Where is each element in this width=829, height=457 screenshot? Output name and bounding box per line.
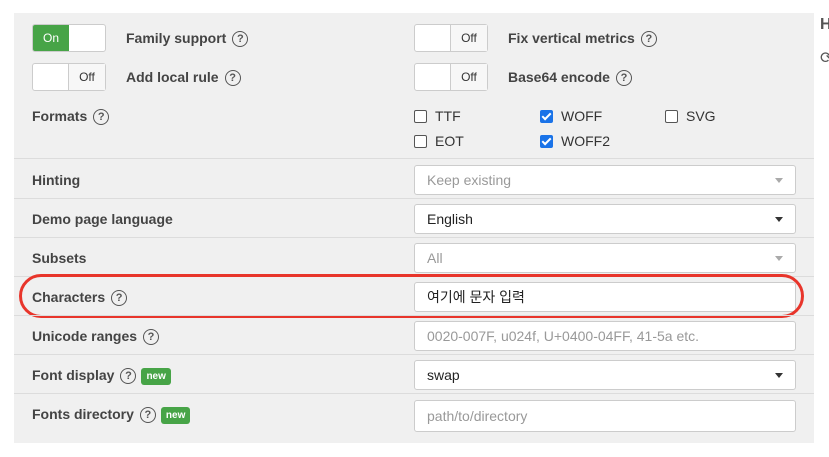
font-display-text: Font display: [32, 367, 115, 383]
checkbox-box[interactable]: [414, 134, 427, 148]
checkbox-box[interactable]: [414, 109, 427, 123]
toggle-off-label: Off: [450, 64, 487, 90]
chevron-down-icon: [775, 373, 783, 378]
hinting-label: Hinting: [32, 172, 81, 188]
base64-encode-label: Base64 encode?: [508, 69, 632, 87]
format-ttf-label: TTF: [435, 108, 461, 124]
divider: [14, 237, 814, 238]
unicode-ranges-text: Unicode ranges: [32, 328, 138, 344]
format-woff-checkbox[interactable]: WOFF: [540, 108, 602, 124]
new-badge: new: [160, 406, 191, 424]
format-woff-label: WOFF: [561, 108, 603, 124]
chevron-down-icon: [775, 217, 783, 222]
chevron-down-icon: [775, 256, 783, 261]
demo-language-select[interactable]: English: [414, 204, 796, 234]
checkbox-box-checked[interactable]: [540, 109, 553, 123]
help-icon[interactable]: ?: [615, 70, 632, 87]
help-icon[interactable]: ?: [139, 407, 156, 424]
format-svg-label: SVG: [686, 108, 716, 124]
family-support-text: Family support: [126, 30, 227, 46]
add-local-rule-text: Add local rule: [126, 69, 219, 85]
divider: [14, 315, 814, 316]
format-woff2-checkbox[interactable]: WOFF2: [540, 133, 610, 149]
fonts-directory-text: Fonts directory: [32, 406, 134, 422]
hinting-value: Keep existing: [427, 172, 512, 188]
fonts-directory-input[interactable]: path/to/directory: [414, 400, 796, 432]
help-icon[interactable]: ?: [232, 31, 249, 48]
divider: [14, 354, 814, 355]
divider: [14, 393, 814, 394]
fonts-directory-placeholder: path/to/directory: [427, 408, 528, 424]
format-eot-checkbox[interactable]: EOT: [414, 133, 464, 149]
unicode-ranges-input[interactable]: 0020-007F, u024f, U+0400-04FF, 41-5a etc…: [414, 321, 796, 351]
format-woff2-label: WOFF2: [561, 133, 610, 149]
format-svg-checkbox[interactable]: SVG: [665, 108, 716, 124]
help-icon[interactable]: ?: [93, 109, 110, 126]
formats-label: Formats?: [32, 108, 110, 126]
clipped-heading-glyph: H: [820, 16, 829, 33]
base64-encode-text: Base64 encode: [508, 69, 610, 85]
formats-text: Formats: [32, 108, 88, 124]
help-icon[interactable]: ?: [120, 368, 137, 385]
fix-vertical-metrics-toggle[interactable]: Off: [414, 24, 488, 52]
subsets-value: All: [427, 250, 443, 266]
chevron-down-icon: [775, 178, 783, 183]
fix-vertical-metrics-text: Fix vertical metrics: [508, 30, 635, 46]
add-local-rule-label: Add local rule?: [126, 69, 241, 87]
format-eot-label: EOT: [435, 133, 464, 149]
divider: [14, 158, 814, 159]
fonts-directory-label: Fonts directory? new: [32, 406, 191, 424]
help-icon[interactable]: ?: [143, 329, 160, 346]
toggle-off-label: Off: [450, 25, 487, 51]
subsets-select[interactable]: All: [414, 243, 796, 273]
checkbox-box[interactable]: [665, 109, 678, 123]
subsets-label: Subsets: [32, 250, 87, 266]
refresh-icon[interactable]: ⟳: [820, 48, 829, 68]
add-local-rule-toggle[interactable]: Off: [32, 63, 106, 91]
new-badge: new: [141, 367, 171, 385]
toggle-on-label: On: [33, 25, 69, 51]
font-display-label: Font display? new: [32, 367, 171, 385]
demo-language-label: Demo page language: [32, 211, 173, 227]
toggle-off-label: Off: [68, 64, 105, 90]
hinting-select[interactable]: Keep existing: [414, 165, 796, 195]
help-icon[interactable]: ?: [224, 70, 241, 87]
base64-encode-toggle[interactable]: Off: [414, 63, 488, 91]
family-support-toggle[interactable]: On: [32, 24, 106, 52]
highlight-annotation: [19, 274, 804, 318]
demo-language-value: English: [427, 211, 473, 227]
fix-vertical-metrics-label: Fix vertical metrics?: [508, 30, 657, 48]
format-ttf-checkbox[interactable]: TTF: [414, 108, 461, 124]
divider: [14, 198, 814, 199]
unicode-ranges-placeholder: 0020-007F, u024f, U+0400-04FF, 41-5a etc…: [427, 328, 700, 344]
font-display-select[interactable]: swap: [414, 360, 796, 390]
font-display-value: swap: [427, 367, 460, 383]
family-support-label: Family support?: [126, 30, 249, 48]
unicode-ranges-label: Unicode ranges?: [32, 328, 160, 346]
help-icon[interactable]: ?: [640, 31, 657, 48]
checkbox-box-checked[interactable]: [540, 134, 553, 148]
